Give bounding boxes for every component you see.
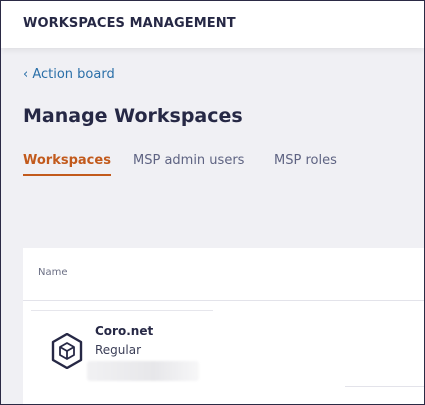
workspace-type: Regular (95, 343, 142, 357)
workspace-cube-icon (51, 333, 83, 369)
page-title: Manage Workspaces (23, 105, 243, 127)
back-to-action-board-link[interactable]: ‹ Action board (23, 67, 115, 82)
app-frame: WORKSPACES MANAGEMENT ‹ Action board Man… (0, 0, 425, 405)
header-divider (23, 300, 424, 301)
redacted-text (87, 361, 199, 381)
column-header-name[interactable]: Name (38, 267, 68, 278)
tab-msp-roles[interactable]: MSP roles (274, 153, 337, 168)
top-bar: WORKSPACES MANAGEMENT (1, 1, 424, 48)
workspace-name: Coro.net (95, 324, 154, 338)
workspaces-table: Name Coro.net Regular (23, 248, 424, 404)
row-divider (345, 386, 424, 387)
row-divider (31, 310, 213, 311)
page-section-title: WORKSPACES MANAGEMENT (23, 16, 236, 31)
tab-workspaces[interactable]: Workspaces (23, 153, 111, 176)
tab-msp-admin-users[interactable]: MSP admin users (133, 153, 244, 168)
